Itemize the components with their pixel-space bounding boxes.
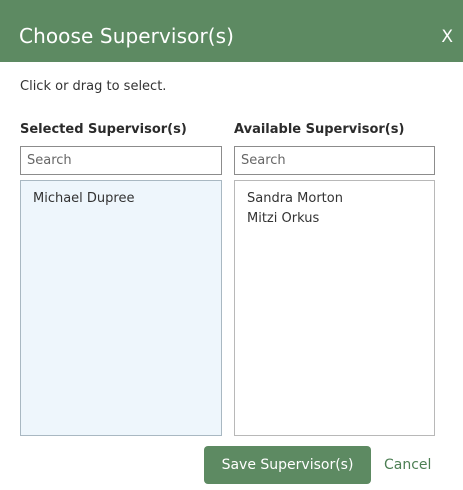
- available-supervisors-list[interactable]: Sandra Morton Mitzi Orkus: [234, 180, 435, 436]
- dialog-title: Choose Supervisor(s): [19, 24, 235, 48]
- choose-supervisor-dialog: Choose Supervisor(s) X Click or drag to …: [0, 0, 463, 490]
- selected-supervisors-list[interactable]: Michael Dupree: [20, 180, 222, 436]
- dialog-titlebar: Choose Supervisor(s) X: [0, 14, 463, 62]
- save-supervisors-button[interactable]: Save Supervisor(s): [204, 446, 371, 484]
- selected-search-input[interactable]: [20, 146, 222, 175]
- list-item[interactable]: Mitzi Orkus: [235, 209, 434, 229]
- dialog-footer: Save Supervisor(s) Cancel: [0, 436, 463, 490]
- top-strip: [0, 0, 463, 14]
- list-item[interactable]: Sandra Morton: [235, 189, 434, 209]
- instruction-text: Click or drag to select.: [20, 79, 167, 94]
- available-search-input[interactable]: [234, 146, 435, 175]
- selected-supervisors-header: Selected Supervisor(s): [20, 122, 187, 137]
- available-supervisors-header: Available Supervisor(s): [234, 122, 405, 137]
- cancel-button[interactable]: Cancel: [384, 446, 431, 484]
- list-item[interactable]: Michael Dupree: [21, 189, 221, 209]
- close-icon[interactable]: X: [441, 27, 453, 47]
